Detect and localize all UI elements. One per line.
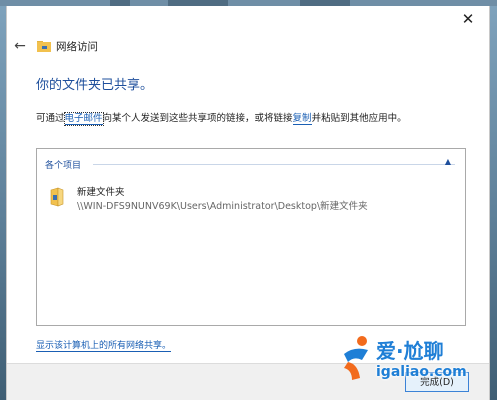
network-folder-icon <box>37 41 51 52</box>
title-bar: ✕ <box>7 6 489 36</box>
group-header[interactable]: 各个项目 ▲ <box>45 157 455 171</box>
item-name: 新建文件夹 <box>77 187 125 198</box>
instructions-text: 可通过电子邮件向某个人发送到这些共享项的链接，或将链接复制并粘贴到其他应用中。 <box>36 110 407 126</box>
watermark-logo-icon <box>344 336 368 380</box>
page-title: 你的文件夹已共享。 <box>36 78 154 93</box>
group-divider <box>93 164 455 165</box>
back-arrow-icon[interactable]: ← <box>14 38 26 54</box>
instructions-part: 向某个人发送到这些共享项的链接，或将链接 <box>102 113 293 124</box>
watermark: 爱·尬聊 igaliao.com <box>340 330 497 390</box>
copy-link[interactable]: 复制 <box>292 113 312 125</box>
folder-icon <box>50 187 64 207</box>
back-button[interactable]: ← <box>11 37 29 55</box>
watermark-text: 爱·尬聊 <box>376 339 444 363</box>
close-button[interactable]: ✕ <box>453 8 483 30</box>
shared-items-list[interactable]: 各个项目 ▲ 新建文件夹 \\WIN-DFS9NUNV69K\Users\Adm… <box>36 148 466 326</box>
instructions-part: 并粘贴到其他应用中。 <box>311 113 407 124</box>
close-icon[interactable]: ✕ <box>462 10 475 28</box>
show-all-shares-link[interactable]: 显示该计算机上的所有网络共享。 <box>36 338 172 352</box>
instructions-part: 可通过 <box>36 113 65 124</box>
item-path: \\WIN-DFS9NUNV69K\Users\Administrator\De… <box>77 201 368 212</box>
watermark-url: igaliao.com <box>376 364 467 380</box>
group-label: 各个项目 <box>45 161 82 171</box>
navigation-bar: ← 网络访问 <box>7 34 489 60</box>
list-item[interactable]: 新建文件夹 \\WIN-DFS9NUNV69K\Users\Administra… <box>49 183 449 215</box>
window-title: 网络访问 <box>56 41 98 53</box>
chevron-up-icon[interactable]: ▲ <box>445 157 451 166</box>
email-link[interactable]: 电子邮件 <box>63 112 104 126</box>
